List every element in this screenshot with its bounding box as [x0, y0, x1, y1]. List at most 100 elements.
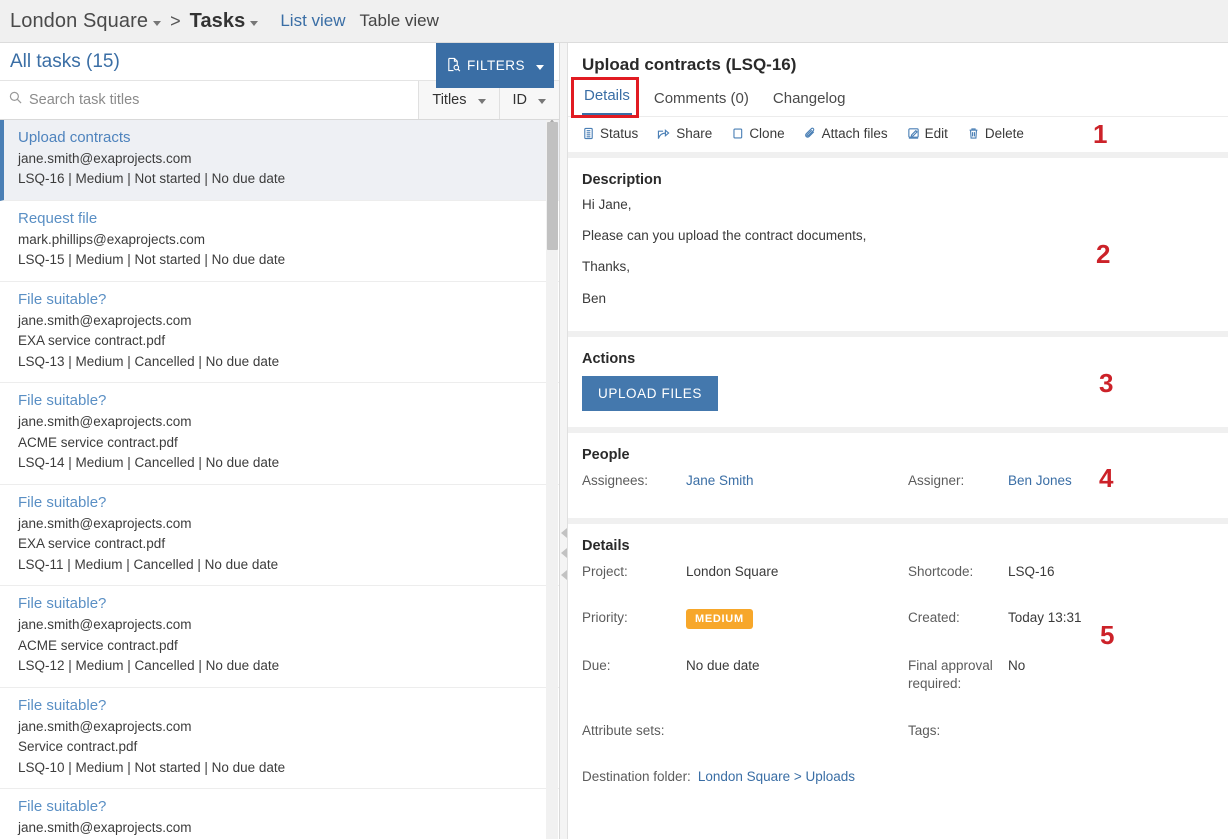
task-title[interactable]: File suitable? — [18, 798, 547, 815]
task-title[interactable]: File suitable? — [18, 392, 547, 409]
collapse-left-arrow-icon[interactable] — [561, 570, 567, 580]
task-list-item[interactable]: File suitable? jane.smith@exaprojects.com… — [0, 484, 559, 587]
breadcrumb-section[interactable]: Tasks — [190, 10, 259, 33]
task-list-header: All tasks (15) FILTERS — [0, 43, 559, 88]
delete-label: Delete — [984, 126, 1024, 141]
task-list-item[interactable]: File suitable? jane.smith@exaprojects.com… — [0, 586, 559, 688]
page-title: Upload contracts (LSQ-16) — [582, 55, 797, 74]
task-list-item[interactable]: Request file mark.phillips@exaprojects.co… — [0, 200, 559, 282]
task-list-scrollbar[interactable] — [546, 119, 558, 839]
task-list-item[interactable]: Upload contracts jane.smith@exaprojects.c… — [0, 119, 559, 201]
detail-action-bar: Status Share Clone Attach files Edit Del… — [568, 116, 1228, 152]
task-title[interactable]: File suitable? — [18, 291, 547, 308]
details-card: Details Project: London Square Shortcode… — [568, 524, 1228, 839]
edit-button[interactable]: Edit — [907, 126, 948, 141]
collapse-left-arrow-icon[interactable] — [561, 548, 567, 558]
task-file: Service contract.pdf — [18, 739, 138, 755]
actions-heading: Actions — [582, 351, 636, 367]
breadcrumb-project-label: London Square — [10, 9, 149, 32]
clone-icon — [731, 127, 744, 140]
tab-changelog[interactable]: Changelog — [771, 88, 848, 116]
priority-label: Priority: — [582, 610, 628, 626]
people-heading: People — [582, 447, 630, 463]
clone-button[interactable]: Clone — [731, 126, 785, 141]
people-card: People Assignees: Jane Smith Assigner: B… — [568, 433, 1228, 518]
task-email: jane.smith@exaprojects.com — [18, 150, 192, 166]
assignees-value[interactable]: Jane Smith — [686, 472, 908, 490]
tab-details[interactable]: Details — [582, 85, 632, 116]
task-email: jane.smith@exaprojects.com — [18, 414, 192, 430]
task-list-item[interactable]: File suitable? jane.smith@exaprojects.com… — [0, 281, 559, 384]
share-button[interactable]: Share — [657, 126, 712, 141]
actions-card: Actions UPLOAD FILES — [568, 337, 1228, 427]
details-heading: Details — [582, 538, 630, 554]
task-list-item[interactable]: File suitable? jane.smith@exaprojects.com… — [0, 383, 559, 485]
task-email: mark.phillips@exaprojects.com — [18, 231, 206, 247]
task-meta: LSQ-12 | Medium | Cancelled | No due dat… — [18, 658, 280, 674]
panel-splitter[interactable] — [560, 43, 568, 839]
task-title[interactable]: File suitable? — [18, 494, 547, 511]
annotation-number-4: 4 — [1099, 463, 1114, 493]
project-value: London Square — [686, 564, 779, 579]
tab-comments[interactable]: Comments (0) — [652, 88, 751, 116]
chevron-down-icon — [250, 20, 259, 26]
task-title[interactable]: File suitable? — [18, 697, 547, 714]
edit-label: Edit — [924, 126, 948, 141]
attach-files-label: Attach files — [821, 126, 888, 141]
project-label: Project: — [582, 564, 628, 579]
task-meta: LSQ-11 | Medium | Cancelled | No due dat… — [18, 556, 279, 572]
task-file: ACME service contract.pdf — [18, 637, 178, 653]
task-meta: LSQ-10 | Medium | Not started | No due d… — [18, 759, 286, 775]
detail-tabs: Details Comments (0) Changelog — [582, 85, 1214, 116]
main-body: All tasks (15) FILTERS Search task title… — [0, 43, 1228, 839]
tab-table-view[interactable]: Table view — [360, 11, 439, 31]
description-line: Thanks, — [582, 259, 631, 275]
shortcode-label: Shortcode: — [908, 564, 974, 579]
attach-files-button[interactable]: Attach files — [804, 126, 888, 141]
sort-id-label: ID — [512, 91, 528, 108]
task-list-panel: All tasks (15) FILTERS Search task title… — [0, 43, 560, 839]
tags-label: Tags: — [908, 722, 941, 738]
task-meta: LSQ-15 | Medium | Not started | No due d… — [18, 252, 286, 268]
task-list[interactable]: Upload contracts jane.smith@exaprojects.c… — [0, 119, 559, 839]
chevron-down-icon — [477, 99, 486, 105]
task-list-item[interactable]: File suitable? jane.smith@exaprojects.com… — [0, 789, 559, 839]
scrollbar-thumb[interactable] — [547, 121, 558, 250]
task-meta: LSQ-16 | Medium | Not started | No due d… — [18, 171, 286, 187]
task-email: jane.smith@exaprojects.com — [18, 515, 192, 531]
delete-button[interactable]: Delete — [967, 126, 1024, 141]
chevron-down-icon — [538, 99, 546, 105]
filters-button-label: FILTERS — [466, 58, 525, 73]
attribute-sets-label: Attribute sets: — [582, 722, 665, 738]
task-title[interactable]: Request file — [18, 210, 547, 227]
task-title[interactable]: Upload contracts — [18, 129, 547, 146]
breadcrumb-bar: London Square > Tasks List view Table vi… — [0, 0, 1228, 43]
chevron-down-icon — [153, 20, 162, 26]
breadcrumb-project[interactable]: London Square — [10, 9, 162, 33]
destination-value[interactable]: London Square > Uploads — [698, 768, 855, 786]
sort-titles-label: Titles — [432, 91, 467, 108]
trash-icon — [967, 127, 980, 140]
clone-label: Clone — [749, 126, 785, 141]
status-button[interactable]: Status — [582, 126, 638, 141]
share-icon — [657, 127, 671, 140]
final-approval-value: No — [1008, 658, 1026, 674]
task-list-item[interactable]: File suitable? jane.smith@exaprojects.com… — [0, 687, 559, 790]
search-input[interactable] — [29, 91, 419, 108]
filters-button[interactable]: FILTERS — [435, 43, 554, 88]
task-title[interactable]: File suitable? — [18, 595, 547, 612]
created-label: Created: — [908, 610, 960, 626]
all-tasks-heading: All tasks (15) — [10, 50, 120, 72]
annotation-number-1: 1 — [1093, 119, 1108, 149]
priority-value-wrap: MEDIUM — [686, 609, 908, 630]
task-file: EXA service contract.pdf — [18, 536, 166, 552]
task-file: ACME service contract.pdf — [18, 434, 178, 450]
details-grid: Project: London Square Shortcode: LSQ-16… — [582, 563, 1214, 740]
tab-list-view[interactable]: List view — [280, 11, 345, 31]
search-box[interactable] — [0, 81, 420, 119]
description-line: Hi Jane, — [582, 197, 632, 212]
upload-files-button[interactable]: UPLOAD FILES — [582, 376, 718, 411]
description-card: Description Hi Jane, Please can you uplo… — [568, 158, 1228, 331]
collapse-left-arrow-icon[interactable] — [561, 528, 567, 538]
task-email: jane.smith@exaprojects.com — [18, 617, 192, 633]
